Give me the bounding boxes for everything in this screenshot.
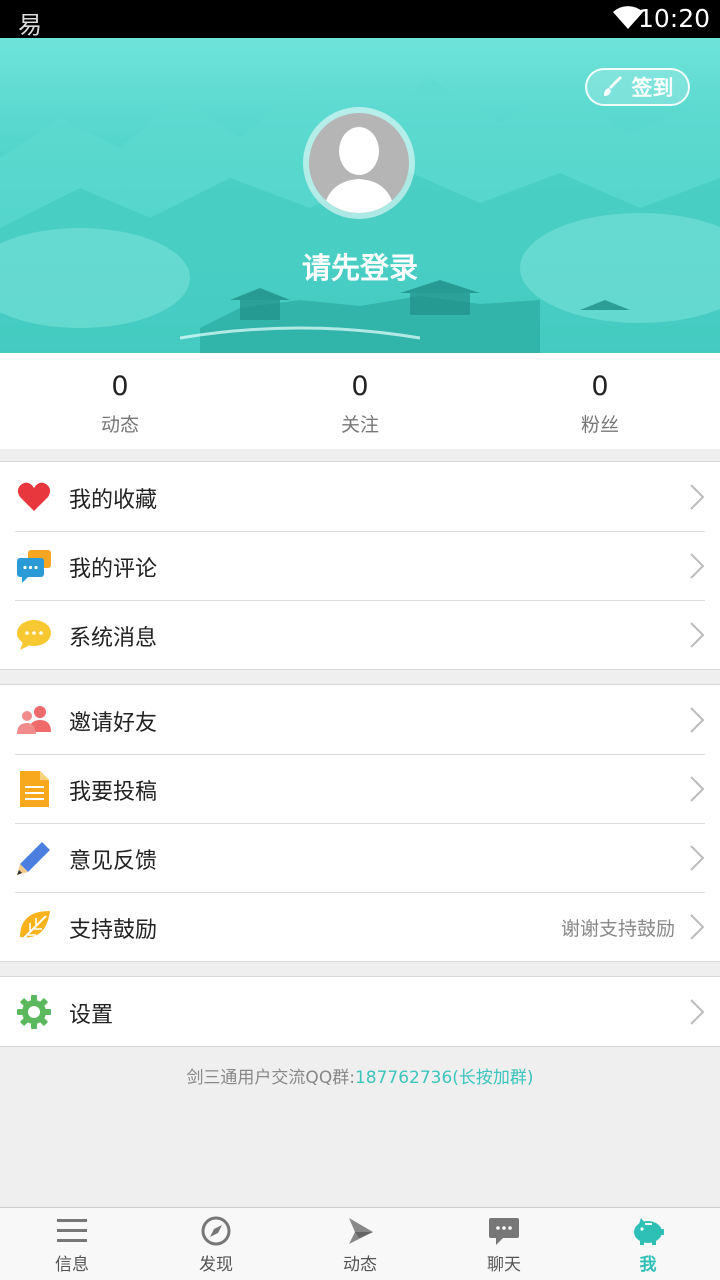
app-notification-icon: 易 [18, 11, 42, 39]
menu-group-settings: 设置 [0, 976, 720, 1047]
bottom-tab-bar: 信息 发现 动态 聊天 我 [0, 1207, 720, 1280]
chevron-right-icon [690, 484, 704, 510]
menu-group-community: 邀请好友 我要投稿 意见反馈 支持鼓励 谢谢支持鼓励 [0, 684, 720, 962]
menu-group-personal: 我的收藏 我的评论 系统消息 [0, 461, 720, 670]
menu-item-label: 设置 [69, 1003, 114, 1028]
menu-item-label: 我的收藏 [69, 488, 158, 513]
piggy-icon [634, 1218, 664, 1245]
avatar[interactable] [303, 107, 415, 219]
paper-plane-icon [349, 1218, 373, 1244]
stat-following[interactable]: 0 关注 [240, 353, 480, 449]
brush-icon [603, 76, 622, 96]
stat-posts-count: 0 [111, 371, 129, 402]
qq-group-prefix: 剑三通用户交流QQ群: [186, 1068, 355, 1088]
stat-followers-count: 0 [591, 371, 609, 402]
menu-item-label: 我的评论 [69, 557, 158, 582]
menu-item-label: 我要投稿 [69, 780, 158, 805]
tab-discover[interactable]: 发现 [144, 1208, 288, 1280]
stat-following-count: 0 [351, 371, 369, 402]
chevron-right-icon [690, 776, 704, 802]
document-icon [20, 771, 49, 807]
menu-item-settings[interactable]: 设置 [0, 977, 720, 1046]
chat-icon [489, 1218, 519, 1245]
status-clock: 10:20 [637, 4, 710, 33]
menu-item-support[interactable]: 支持鼓励 谢谢支持鼓励 [0, 892, 720, 961]
menu-item-comments[interactable]: 我的评论 [0, 531, 720, 600]
stat-posts[interactable]: 0 动态 [0, 353, 240, 449]
tab-me[interactable]: 我 [576, 1208, 720, 1280]
menu-item-submit-article[interactable]: 我要投稿 [0, 754, 720, 823]
tab-info[interactable]: 信息 [0, 1208, 144, 1280]
menu-item-hint: 谢谢支持鼓励 [560, 918, 675, 940]
status-bar: 易 10:20 [0, 0, 720, 39]
chevron-right-icon [690, 622, 704, 648]
login-prompt[interactable]: 请先登录 [0, 245, 720, 287]
menu-item-label: 邀请好友 [69, 711, 158, 736]
pencil-icon [17, 842, 50, 875]
chevron-right-icon [690, 914, 704, 940]
tab-label: 动态 [343, 1255, 377, 1275]
stat-following-label: 关注 [340, 414, 379, 436]
leaf-icon [17, 911, 50, 945]
menu-item-label: 意见反馈 [69, 849, 158, 874]
tab-label: 我 [639, 1255, 657, 1275]
tab-label: 信息 [55, 1255, 89, 1275]
menu-item-feedback[interactable]: 意见反馈 [0, 823, 720, 892]
chevron-right-icon [690, 707, 704, 733]
comments-icon [17, 550, 51, 583]
people-icon [17, 706, 51, 734]
signin-button[interactable]: 签到 [585, 68, 690, 106]
gear-icon [17, 995, 51, 1029]
menu-item-favorites[interactable]: 我的收藏 [0, 462, 720, 531]
menu-item-system-messages[interactable]: 系统消息 [0, 600, 720, 669]
qq-group-link[interactable]: 187762736(长按加群) [355, 1068, 534, 1088]
menu-item-invite-friends[interactable]: 邀请好友 [0, 685, 720, 754]
message-bubble-icon [17, 620, 51, 650]
compass-icon [201, 1216, 231, 1246]
list-icon [57, 1219, 87, 1242]
stats-bar: 0 动态 0 关注 0 粉丝 [0, 353, 720, 449]
chevron-right-icon [690, 553, 704, 579]
tab-chat[interactable]: 聊天 [432, 1208, 576, 1280]
tab-feed[interactable]: 动态 [288, 1208, 432, 1280]
menu-item-label: 系统消息 [69, 626, 158, 651]
tab-label: 聊天 [487, 1255, 521, 1275]
default-avatar-icon [309, 113, 409, 213]
tab-label: 发现 [199, 1255, 233, 1275]
chevron-right-icon [690, 845, 704, 871]
profile-header: 签到 请先登录 [0, 38, 720, 353]
qq-group-note: 剑三通用户交流QQ群:187762736(长按加群) [0, 1063, 720, 1088]
menu-item-label: 支持鼓励 [69, 918, 158, 943]
heart-icon [17, 482, 51, 511]
stat-followers[interactable]: 0 粉丝 [480, 353, 720, 449]
signin-label: 签到 [631, 76, 674, 100]
chevron-right-icon [690, 999, 704, 1025]
stat-followers-label: 粉丝 [580, 414, 619, 436]
stat-posts-label: 动态 [100, 414, 139, 436]
